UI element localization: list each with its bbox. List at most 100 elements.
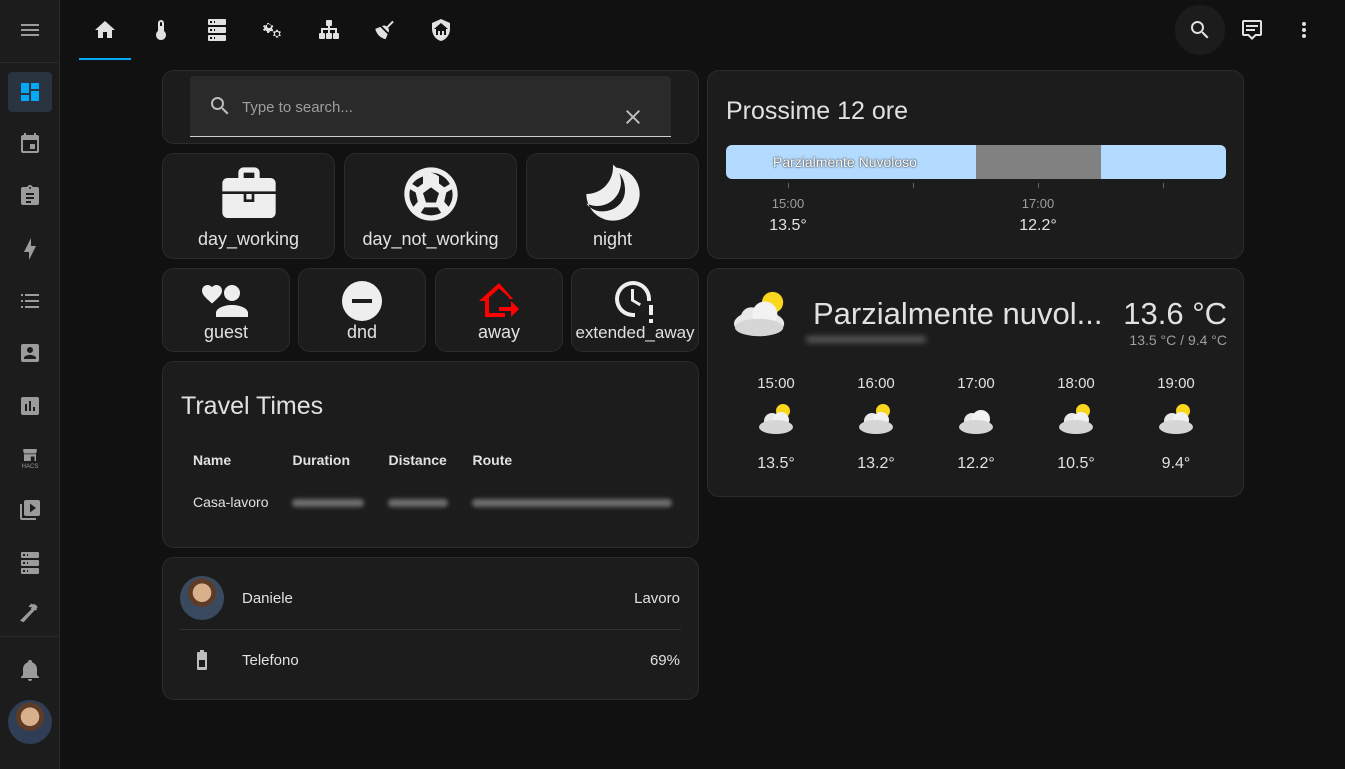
hour-temp: 12.2° — [1019, 217, 1057, 234]
forecast-time: 18:00 — [1057, 375, 1095, 392]
tab-security[interactable] — [415, 8, 467, 52]
list-icon[interactable] — [8, 281, 52, 321]
forecast-temp: 13.2° — [857, 455, 895, 472]
current-temperature: 13.6 °C — [1123, 296, 1227, 331]
assist-button[interactable] — [1227, 5, 1277, 55]
forecast-item: 19:00 9.4° — [1141, 375, 1211, 473]
home-export-icon — [479, 283, 519, 317]
mode-label: guest — [203, 322, 249, 342]
timeline-tick — [1163, 183, 1164, 188]
forecast-temp: 10.5° — [1057, 455, 1095, 472]
mode-label: day_working — [197, 229, 300, 249]
forecast-temp: 9.4° — [1161, 455, 1191, 472]
tab-settings[interactable] — [247, 8, 299, 52]
shield-home-icon — [432, 19, 450, 41]
timeline-label: Parzialmente Nuvoloso — [773, 154, 917, 170]
entity-name: Daniele — [242, 589, 293, 607]
hour-label: 17:00 — [1021, 196, 1055, 211]
top-bar — [61, 0, 1345, 62]
home-icon — [95, 21, 115, 38]
sidebar: HACS — [0, 0, 60, 769]
card-title: Travel Times — [181, 392, 324, 420]
column-header-name: Name — [193, 452, 232, 468]
tab-servers[interactable] — [191, 8, 243, 52]
thermometer-icon — [156, 20, 166, 40]
travel-times-card: Travel Times Name Duration Distance Rout… — [162, 361, 699, 548]
avatar — [180, 576, 224, 620]
route-name: Casa-lavoro — [193, 494, 269, 510]
forecast-time: 16:00 — [857, 375, 895, 392]
temperature-range: 13.5 °C / 9.4 °C — [1129, 332, 1227, 348]
server-icon[interactable] — [8, 543, 52, 583]
mode-button-day-not-working[interactable]: day_not_working — [344, 153, 517, 259]
column-header-distance: Distance — [388, 452, 447, 468]
briefcase-icon — [221, 167, 276, 218]
avatar[interactable] — [8, 700, 52, 744]
hacs-icon[interactable]: HACS — [8, 438, 52, 478]
partly-cloudy-icon — [1059, 404, 1093, 434]
timeline-segment: Parzialmente Nuvoloso — [726, 145, 976, 179]
battery-icon — [180, 648, 224, 672]
table-header-row: Name Duration Distance Route — [181, 446, 684, 474]
account-box-icon[interactable] — [8, 333, 52, 373]
search-button[interactable] — [1175, 5, 1225, 55]
mode-button-dnd[interactable]: dnd — [298, 268, 426, 352]
forecast-temp: 12.2° — [957, 455, 995, 472]
route-value-redacted — [460, 474, 684, 530]
forecast-item: 18:00 10.5° — [1041, 375, 1111, 473]
timeline-segment — [1101, 145, 1226, 179]
entities-card: Daniele Lavoro Telefono 69% — [162, 557, 699, 700]
mode-label: day_not_working — [362, 229, 499, 249]
mode-button-night[interactable]: night — [526, 153, 699, 259]
mode-button-guest[interactable]: guest — [162, 268, 290, 352]
account-heart-icon — [202, 285, 248, 317]
lightning-icon[interactable] — [8, 229, 52, 269]
mode-button-away[interactable]: away — [435, 268, 563, 352]
entity-row-phone[interactable]: Telefono 69% — [180, 629, 680, 691]
forecast-item: 17:00 12.2° — [941, 375, 1011, 473]
bell-icon[interactable] — [8, 650, 52, 690]
tab-climate[interactable] — [135, 8, 187, 52]
clipboard-icon[interactable] — [8, 176, 52, 216]
broom-icon — [375, 20, 394, 40]
mode-label: extended_away — [575, 323, 695, 342]
search-input[interactable]: Type to search... — [190, 76, 671, 137]
timeline-tick — [788, 183, 789, 188]
media-icon[interactable] — [8, 490, 52, 530]
forecast-item: 16:00 13.2° — [841, 375, 911, 473]
menu-icon[interactable] — [8, 10, 52, 50]
tab-home[interactable] — [79, 8, 131, 52]
forecast-item: 15:00 13.5° — [741, 375, 811, 473]
hour-label: 15:00 — [771, 196, 805, 211]
calendar-icon[interactable] — [8, 124, 52, 164]
moon-icon — [585, 164, 640, 221]
more-icon — [1302, 22, 1306, 38]
soccer-icon — [403, 167, 458, 221]
hourly-forecast-card: Prossime 12 ore Parzialmente Nuvoloso 15… — [707, 70, 1244, 259]
timeline-tick — [913, 183, 914, 188]
chart-icon[interactable] — [8, 386, 52, 426]
entity-row-person[interactable]: Daniele Lavoro — [180, 567, 680, 629]
card-title: Prossime 12 ore — [726, 97, 909, 125]
travel-table: Name Duration Distance Route Casa-lavoro — [181, 446, 684, 530]
partly-cloudy-icon — [1159, 404, 1193, 434]
duration-value-redacted — [280, 474, 376, 530]
more-button[interactable] — [1279, 5, 1329, 55]
distance-value-redacted — [376, 474, 460, 530]
hammer-icon[interactable] — [8, 593, 52, 633]
dashboard-icon[interactable] — [8, 72, 52, 112]
tab-cleaning[interactable] — [359, 8, 411, 52]
close-icon[interactable] — [621, 105, 645, 129]
search-icon — [211, 97, 229, 115]
hour-temp: 13.5° — [769, 217, 807, 234]
mode-button-day-working[interactable]: day_working — [162, 153, 335, 259]
mode-button-extended-away[interactable]: extended_away — [571, 268, 699, 352]
forecast-temp: 13.5° — [757, 455, 795, 472]
tab-network[interactable] — [303, 8, 355, 52]
entity-state: 69% — [649, 651, 680, 669]
weather-card[interactable]: Parzialmente nuvol... 13.6 °C 13.5 °C / … — [707, 268, 1244, 497]
column-header-duration: Duration — [292, 452, 351, 468]
cogs-icon — [263, 23, 281, 38]
weather-condition: Parzialmente nuvol... — [813, 296, 1103, 331]
mode-label: night — [592, 229, 633, 249]
